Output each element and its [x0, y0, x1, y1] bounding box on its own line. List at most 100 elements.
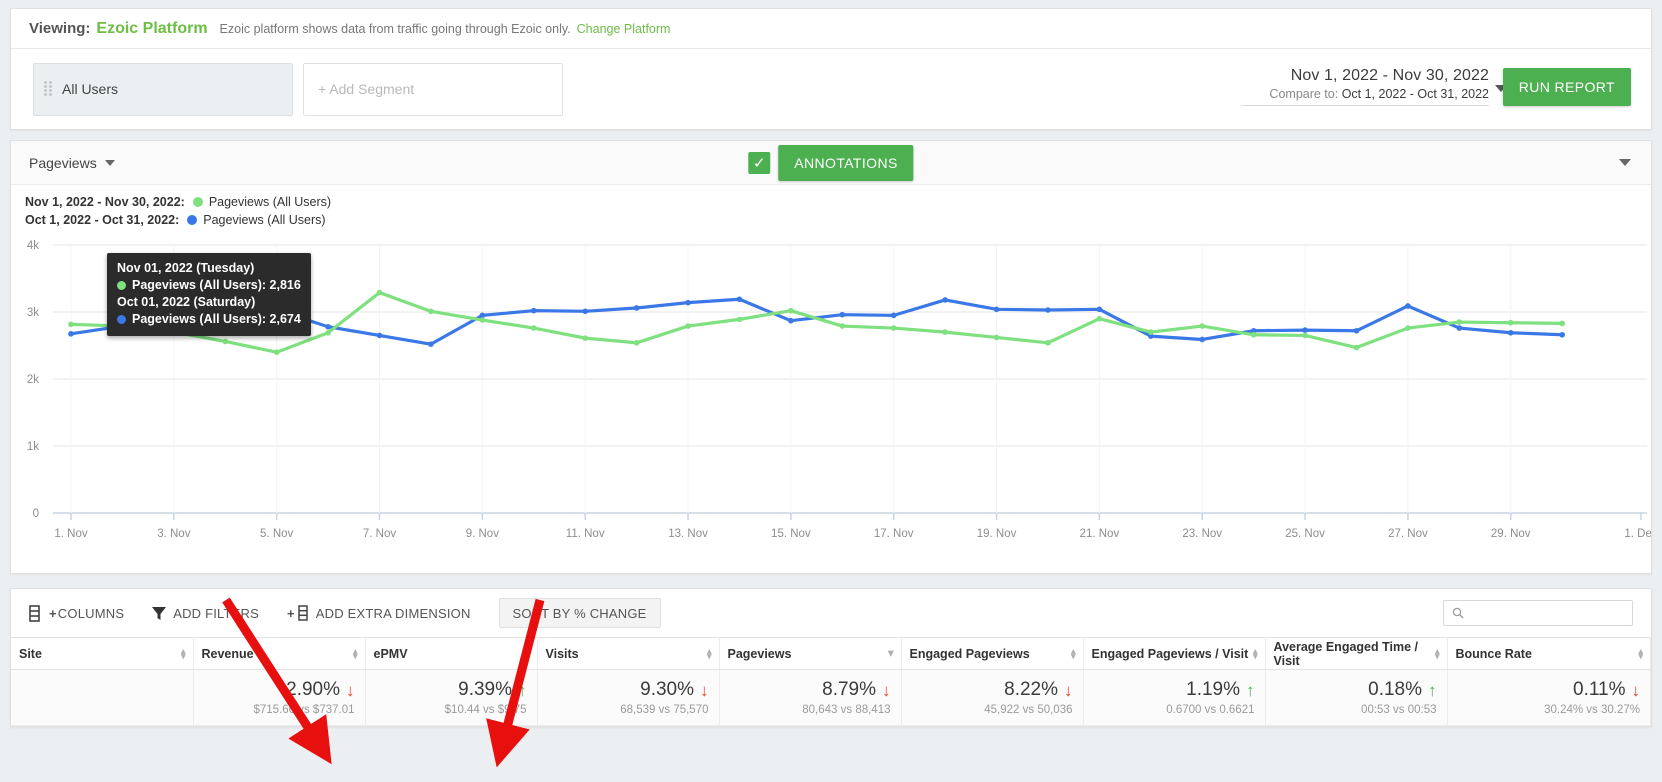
table-header-label: ePMV	[373, 646, 408, 661]
sort-toggle-icon[interactable]: ▴ ▾	[1435, 646, 1440, 660]
arrow-up-icon: ↑	[1428, 680, 1437, 700]
svg-text:5. Nov: 5. Nov	[260, 528, 293, 540]
svg-text:15. Nov: 15. Nov	[771, 528, 811, 540]
cell-comparison: $715.66 vs $737.01	[253, 704, 355, 716]
date-range-picker[interactable]: Nov 1, 2022 - Nov 30, 2022 Compare to: O…	[1241, 67, 1489, 106]
table-row[interactable]: 2.90% ↓ $715.66 vs $737.01 9.39% ↑ $10.44 vs …	[11, 669, 1651, 726]
tooltip-dot-current	[117, 281, 126, 290]
chart-toolbar: Pageviews ✓ ANNOTATIONS	[11, 141, 1651, 185]
table-body: 2.90% ↓ $715.66 vs $737.01 9.39% ↑ $10.44 vs …	[11, 669, 1651, 726]
tooltip-current-row: Pageviews (All Users): 2,816	[117, 277, 301, 294]
tooltip-dot-compare	[117, 315, 126, 324]
svg-text:27. Nov: 27. Nov	[1388, 528, 1428, 540]
sort-toggle-icon[interactable]: ▴ ▾	[353, 646, 358, 660]
svg-text:13. Nov: 13. Nov	[668, 528, 708, 540]
sort-toggle-icon[interactable]: ▴ ▾	[1638, 646, 1643, 660]
annotations-checkbox[interactable]: ✓	[748, 151, 771, 174]
svg-text:7. Nov: 7. Nov	[363, 528, 396, 540]
svg-text:29. Nov: 29. Nov	[1491, 528, 1531, 540]
run-report-button[interactable]: RUN REPORT	[1502, 68, 1631, 106]
cell-comparison: 68,539 vs 75,570	[620, 704, 709, 716]
cell-value: 8.22% ↓	[912, 679, 1073, 701]
legend-item-current: Nov 1, 2022 - Nov 30, 2022: Pageviews (A…	[25, 195, 1651, 209]
table-header-label: Engaged Pageviews	[909, 646, 1030, 661]
date-range-main: Nov 1, 2022 - Nov 30, 2022	[1290, 67, 1489, 84]
columns-button[interactable]: + COLUMNS	[29, 604, 124, 622]
table-header-revenue[interactable]: Revenue ▴ ▾	[193, 637, 366, 670]
cell-percent: 8.22%	[1004, 679, 1058, 700]
table-header-row: Site ▴ ▾ Revenue ▴ ▾ ePMV ▴ ▾ Visits ▴ ▾ Pageviews ▾ E…	[11, 637, 1651, 670]
svg-text:17. Nov: 17. Nov	[874, 528, 914, 540]
svg-text:9. Nov: 9. Nov	[466, 528, 499, 540]
cell-percent: 2.90%	[286, 679, 340, 700]
table-header-engaged-pageviews-visit[interactable]: Engaged Pageviews / Visit ▴ ▾	[1083, 637, 1266, 670]
tooltip-current-date: Nov 01, 2022 (Tuesday)	[117, 261, 255, 275]
arrow-down-icon: ↓	[1064, 680, 1073, 700]
cell-value: 8.79% ↓	[730, 679, 890, 701]
chart-options-chevron-icon[interactable]	[1619, 159, 1631, 166]
tooltip-current-value: Pageviews (All Users): 2,816	[132, 278, 301, 292]
table-search[interactable]	[1443, 600, 1633, 626]
viewing-label: Viewing:	[29, 20, 91, 37]
cell-visits: 9.30% ↓ 68,539 vs 75,570	[537, 669, 720, 726]
cell-value: 9.39% ↑	[376, 679, 526, 701]
table-header-label: Bounce Rate	[1455, 646, 1532, 661]
filter-icon	[152, 606, 167, 621]
cell-comparison: 00:53 vs 00:53	[1361, 704, 1437, 716]
svg-text:19. Nov: 19. Nov	[977, 528, 1017, 540]
viewing-description: Ezoic platform shows data from traffic g…	[219, 21, 571, 36]
cell-comparison: 30.24% vs 30.27%	[1544, 704, 1640, 716]
segment-all-users[interactable]: All Users	[33, 62, 293, 116]
platform-and-segments-card: Viewing: Ezoic Platform Ezoic platform s…	[10, 8, 1652, 130]
segment-row: All Users + Add Segment Nov 1, 2022 - No…	[11, 49, 1651, 129]
table-header-pageviews[interactable]: Pageviews ▾	[719, 637, 902, 670]
sort-toggle-icon[interactable]: ▴ ▾	[707, 646, 712, 660]
cell-comparison: 0.6700 vs 0.6621	[1166, 704, 1255, 716]
sort-desc-icon[interactable]: ▾	[888, 648, 894, 659]
svg-text:4k: 4k	[27, 240, 39, 252]
table-header-engaged-pageviews[interactable]: Engaged Pageviews ▴ ▾	[901, 637, 1084, 670]
svg-text:3. Nov: 3. Nov	[157, 528, 190, 540]
sort-toggle-icon[interactable]: ▴ ▾	[1071, 646, 1076, 660]
cell-comparison: 45,922 vs 50,036	[984, 704, 1073, 716]
add-filters-button[interactable]: ADD FILTERS	[152, 606, 259, 621]
change-platform-link[interactable]: Change Platform	[577, 22, 671, 36]
cell-value: 9.30% ↓	[548, 679, 709, 701]
drag-handle-icon[interactable]	[44, 81, 52, 97]
table-header-bounce-rate[interactable]: Bounce Rate ▴ ▾	[1447, 637, 1651, 670]
pageviews-line-chart[interactable]: 0 1k 2k 3k 4k 1. Nov 3. Nov 5. Nov 7. Nov 9. Nov 1…	[11, 233, 1651, 573]
cell-comparison: 80,643 vs 88,413	[802, 704, 891, 716]
svg-text:2k: 2k	[27, 374, 39, 386]
annotations-button[interactable]: ANNOTATIONS	[778, 144, 914, 181]
cell-engaged-pageviews-visit: 1.19% ↑ 0.6700 vs 0.6621	[1083, 669, 1266, 726]
cell-percent: 9.39%	[458, 679, 512, 700]
cell-engaged-pageviews: 8.22% ↓ 45,922 vs 50,036	[901, 669, 1084, 726]
svg-text:0: 0	[33, 508, 39, 520]
metric-selector[interactable]: Pageviews	[29, 155, 115, 171]
table-header-visits[interactable]: Visits ▴ ▾	[537, 637, 720, 670]
date-range-compare-value: Oct 1, 2022 - Oct 31, 2022	[1341, 87, 1489, 101]
chevron-down-icon	[104, 159, 115, 166]
sort-toggle-icon[interactable]: ▴ ▾	[181, 646, 186, 660]
sort-toggle-icon[interactable]: ▴ ▾	[1253, 646, 1258, 660]
cell-value: 0.18% ↑	[1276, 679, 1437, 701]
extra-dimension-plus: +	[286, 605, 295, 621]
table-search-input[interactable]	[1470, 605, 1620, 621]
segment-all-users-label: All Users	[62, 81, 119, 97]
cell-revenue: 2.90% ↓ $715.66 vs $737.01	[193, 669, 366, 726]
table-header-site[interactable]: Site ▴ ▾	[11, 637, 194, 670]
table-header-epmv[interactable]: ePMV ▴ ▾	[365, 637, 538, 670]
annotations-control: ✓ ANNOTATIONS	[748, 144, 914, 181]
add-segment-button[interactable]: + Add Segment	[303, 62, 563, 116]
table-header-label: Site	[19, 646, 42, 661]
add-extra-dimension-button[interactable]: + ADD EXTRA DIMENSION	[287, 605, 471, 621]
sort-by-percent-change-button[interactable]: SORT BY % CHANGE	[498, 598, 661, 628]
sort-toggle-icon[interactable]: ▴ ▾	[525, 646, 530, 660]
cell-value: 2.90% ↓	[204, 679, 354, 701]
legend-date-current: Nov 1, 2022 - Nov 30, 2022:	[25, 195, 185, 209]
arrow-down-icon: ↓	[700, 680, 709, 700]
table-header-average-engaged-time-visit[interactable]: Average Engaged Time / Visit ▴ ▾	[1265, 637, 1448, 670]
cell-comparison: $10.44 vs $9.75	[444, 704, 527, 716]
date-range-compare-prefix: Compare to:	[1269, 87, 1339, 101]
cell-bounce-rate: 0.11% ↓ 30.24% vs 30.27%	[1447, 669, 1651, 726]
